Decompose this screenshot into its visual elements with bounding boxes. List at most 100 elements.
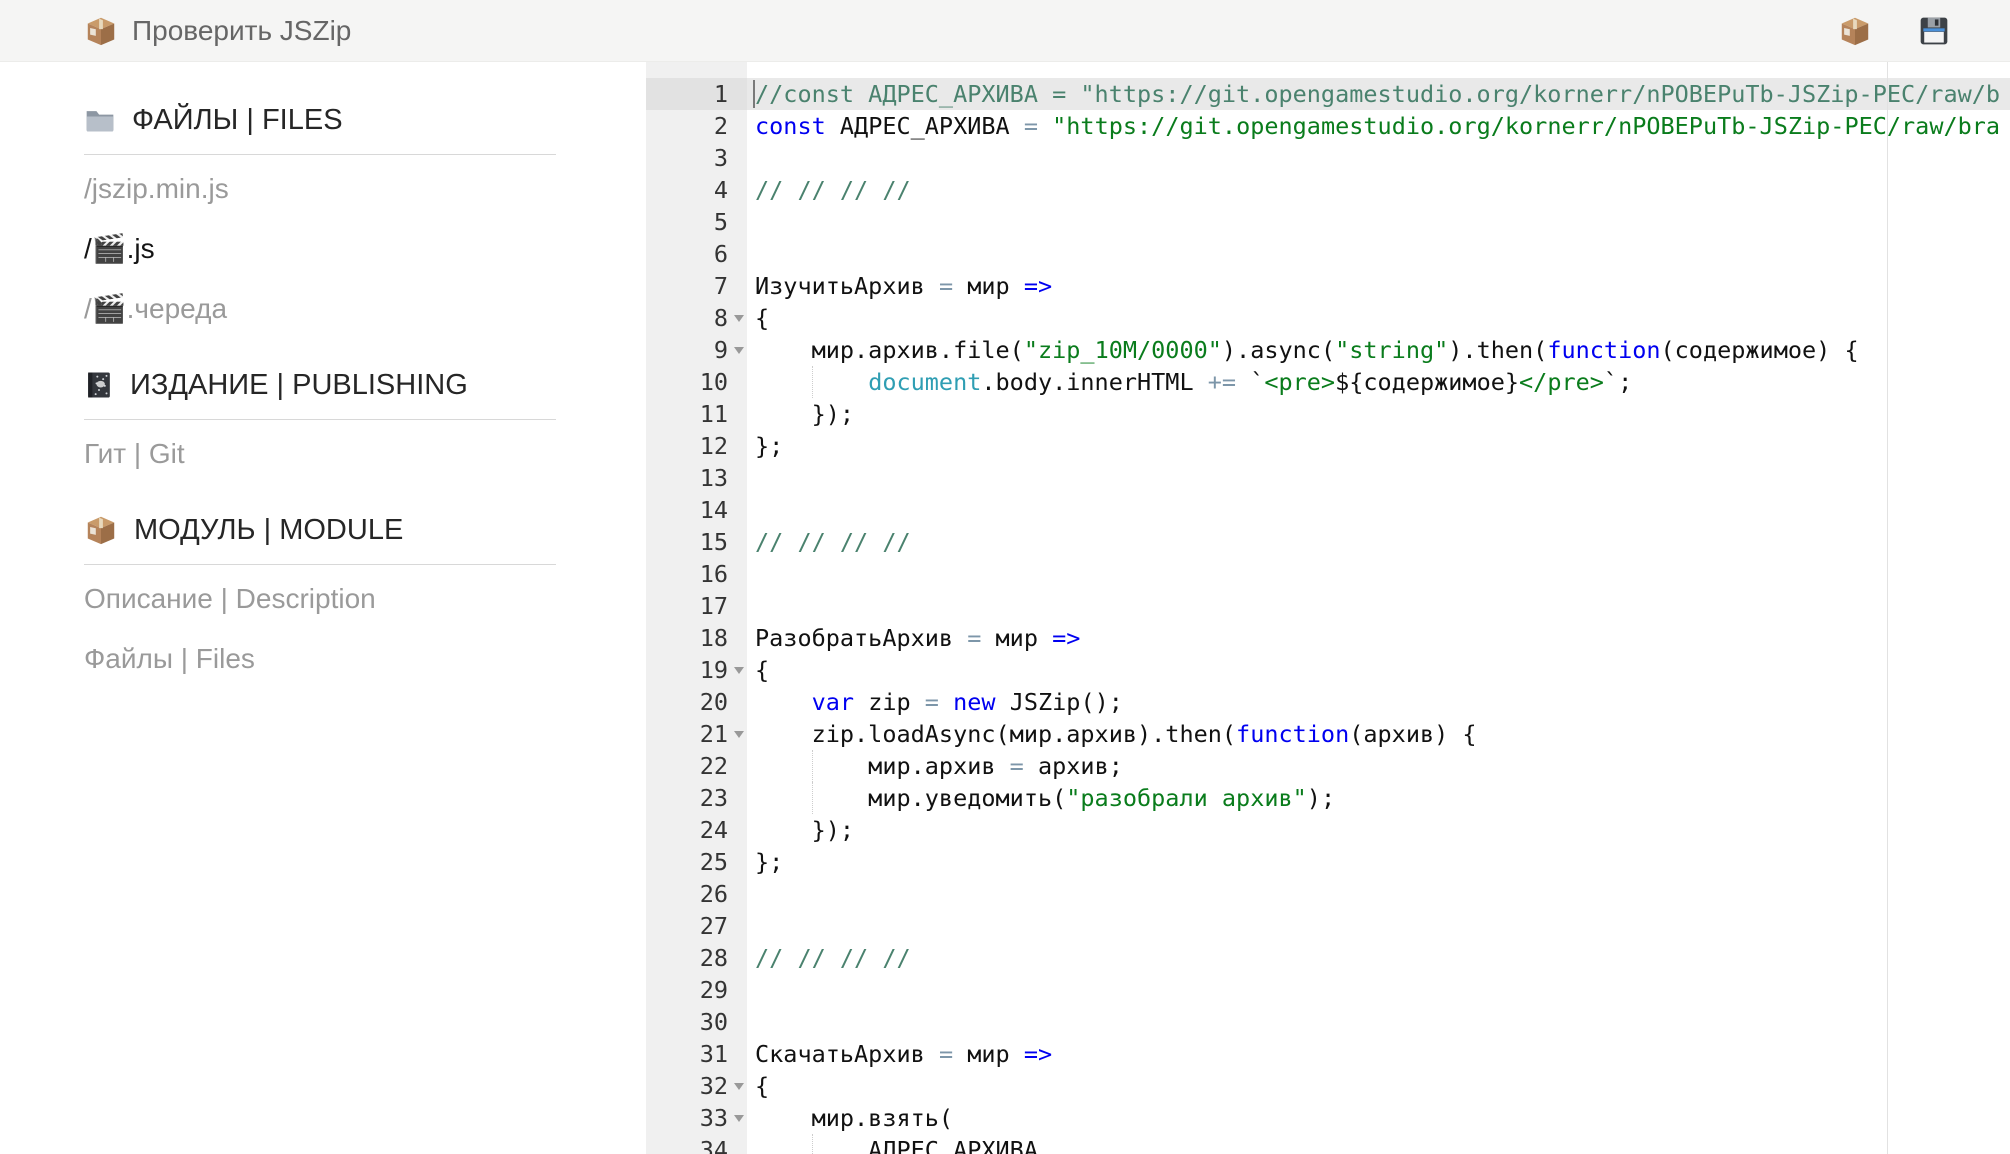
sidebar-section: ИЗДАНИЕ | PUBLISHING Гит | Git bbox=[84, 363, 556, 484]
code-line[interactable]: 20 var zip = new JSZip(); bbox=[646, 686, 2010, 718]
code-line[interactable]: 30 bbox=[646, 1006, 2010, 1038]
section-title-label: МОДУЛЬ | MODULE bbox=[134, 514, 403, 547]
line-content bbox=[747, 494, 2010, 526]
line-number: 30 bbox=[646, 1006, 747, 1038]
line-number: 29 bbox=[646, 974, 747, 1006]
folder-icon bbox=[84, 104, 116, 136]
line-number: 12 bbox=[646, 430, 747, 462]
code-line[interactable]: 14 bbox=[646, 494, 2010, 526]
code-line[interactable]: 25}; bbox=[646, 846, 2010, 878]
code-line[interactable]: 34 АДРЕС_АРХИВА bbox=[646, 1134, 2010, 1154]
code-line[interactable]: 11 }); bbox=[646, 398, 2010, 430]
code-line[interactable]: 18РазобратьАрхив = мир => bbox=[646, 622, 2010, 654]
module-button[interactable] bbox=[1838, 14, 1872, 48]
code-line[interactable]: 17 bbox=[646, 590, 2010, 622]
code-line[interactable]: 33 мир.взять( bbox=[646, 1102, 2010, 1134]
line-content: РазобратьАрхив = мир => bbox=[747, 622, 2010, 654]
line-number: 5 bbox=[646, 206, 747, 238]
line-number: 27 bbox=[646, 910, 747, 942]
line-content: }); bbox=[747, 814, 2010, 846]
line-content: var zip = new JSZip(); bbox=[747, 686, 2010, 718]
notebook-icon bbox=[84, 369, 114, 401]
code-line[interactable]: 2const АДРЕС_АРХИВА = "https://git.openg… bbox=[646, 110, 2010, 142]
fold-arrow-icon[interactable] bbox=[734, 347, 744, 354]
code-line[interactable]: 1//const АДРЕС_АРХИВА = "https://git.ope… bbox=[646, 78, 2010, 110]
section-divider bbox=[84, 564, 556, 565]
code-line[interactable]: 23 мир.уведомить("разобрали архив"); bbox=[646, 782, 2010, 814]
code-editor[interactable]: 1//const АДРЕС_АРХИВА = "https://git.ope… bbox=[646, 62, 2010, 1154]
sidebar-item[interactable]: Файлы | Files bbox=[84, 629, 556, 689]
code-line[interactable]: 16 bbox=[646, 558, 2010, 590]
line-number: 33 bbox=[646, 1102, 747, 1134]
sidebar-item[interactable]: Гит | Git bbox=[84, 424, 556, 484]
indent-guide bbox=[812, 366, 813, 398]
sidebar-item[interactable]: /jszip.min.js bbox=[84, 159, 556, 219]
line-content: мир.архив = архив; bbox=[747, 750, 2010, 782]
code-line[interactable]: 8{ bbox=[646, 302, 2010, 334]
line-number: 1 bbox=[646, 78, 747, 110]
line-content: мир.взять( bbox=[747, 1102, 2010, 1134]
line-content: СкачатьАрхив = мир => bbox=[747, 1038, 2010, 1070]
fold-arrow-icon[interactable] bbox=[734, 1083, 744, 1090]
floppy-icon bbox=[1918, 15, 1950, 47]
fold-arrow-icon[interactable] bbox=[734, 315, 744, 322]
section-title-label: ИЗДАНИЕ | PUBLISHING bbox=[130, 369, 468, 402]
code-line[interactable]: 15// // // // bbox=[646, 526, 2010, 558]
code-line[interactable]: 4// // // // bbox=[646, 174, 2010, 206]
code-line[interactable]: 3 bbox=[646, 142, 2010, 174]
code-line[interactable]: 12}; bbox=[646, 430, 2010, 462]
code-line[interactable]: 7ИзучитьАрхив = мир => bbox=[646, 270, 2010, 302]
line-content: // // // // bbox=[747, 526, 2010, 558]
line-content bbox=[747, 878, 2010, 910]
line-number: 15 bbox=[646, 526, 747, 558]
code-line[interactable]: 13 bbox=[646, 462, 2010, 494]
app-title: Проверить JSZip bbox=[132, 15, 351, 47]
fold-arrow-icon[interactable] bbox=[734, 1115, 744, 1122]
code-line[interactable]: 22 мир.архив = архив; bbox=[646, 750, 2010, 782]
code-line[interactable]: 26 bbox=[646, 878, 2010, 910]
fold-arrow-icon[interactable] bbox=[734, 667, 744, 674]
code-line[interactable]: 19{ bbox=[646, 654, 2010, 686]
line-number: 2 bbox=[646, 110, 747, 142]
save-button[interactable] bbox=[1918, 15, 1950, 47]
line-content: // // // // bbox=[747, 942, 2010, 974]
code-line[interactable]: 10 document.body.innerHTML += `<pre>${со… bbox=[646, 366, 2010, 398]
line-content: мир.архив.file("zip_10M/0000").async("st… bbox=[747, 334, 2010, 366]
indent-guide bbox=[812, 782, 813, 814]
code-line[interactable]: 29 bbox=[646, 974, 2010, 1006]
code-line[interactable]: 31СкачатьАрхив = мир => bbox=[646, 1038, 2010, 1070]
line-content bbox=[747, 238, 2010, 270]
code-line[interactable]: 24 }); bbox=[646, 814, 2010, 846]
code-line[interactable]: 9 мир.архив.file("zip_10M/0000").async("… bbox=[646, 334, 2010, 366]
code-line[interactable]: 27 bbox=[646, 910, 2010, 942]
line-content bbox=[747, 462, 2010, 494]
line-number: 19 bbox=[646, 654, 747, 686]
sidebar-item[interactable]: Описание | Description bbox=[84, 569, 556, 629]
package-icon bbox=[84, 14, 118, 48]
line-number: 6 bbox=[646, 238, 747, 270]
line-number: 3 bbox=[646, 142, 747, 174]
line-number: 32 bbox=[646, 1070, 747, 1102]
line-number: 9 bbox=[646, 334, 747, 366]
indent-guide bbox=[812, 1134, 813, 1154]
sidebar-item[interactable]: /🎬.js bbox=[84, 219, 556, 279]
line-content: const АДРЕС_АРХИВА = "https://git.openga… bbox=[747, 110, 2010, 142]
sidebar-section-title: МОДУЛЬ | MODULE bbox=[84, 508, 556, 552]
line-number: 25 bbox=[646, 846, 747, 878]
code-line[interactable]: 21 zip.loadAsync(мир.архив).then(functio… bbox=[646, 718, 2010, 750]
line-content bbox=[747, 910, 2010, 942]
line-content: ИзучитьАрхив = мир => bbox=[747, 270, 2010, 302]
sidebar-item[interactable]: /🎬.череда bbox=[84, 279, 556, 339]
line-number: 28 bbox=[646, 942, 747, 974]
sidebar: ФАЙЛЫ | FILES/jszip.min.js/🎬.js/🎬.череда… bbox=[0, 62, 646, 1154]
code-line[interactable]: 5 bbox=[646, 206, 2010, 238]
line-content bbox=[747, 974, 2010, 1006]
line-content: { bbox=[747, 302, 2010, 334]
line-number: 21 bbox=[646, 718, 747, 750]
fold-arrow-icon[interactable] bbox=[734, 731, 744, 738]
text-cursor bbox=[753, 80, 755, 108]
code-line[interactable]: 6 bbox=[646, 238, 2010, 270]
code-line[interactable]: 28// // // // bbox=[646, 942, 2010, 974]
line-content bbox=[747, 558, 2010, 590]
code-line[interactable]: 32{ bbox=[646, 1070, 2010, 1102]
